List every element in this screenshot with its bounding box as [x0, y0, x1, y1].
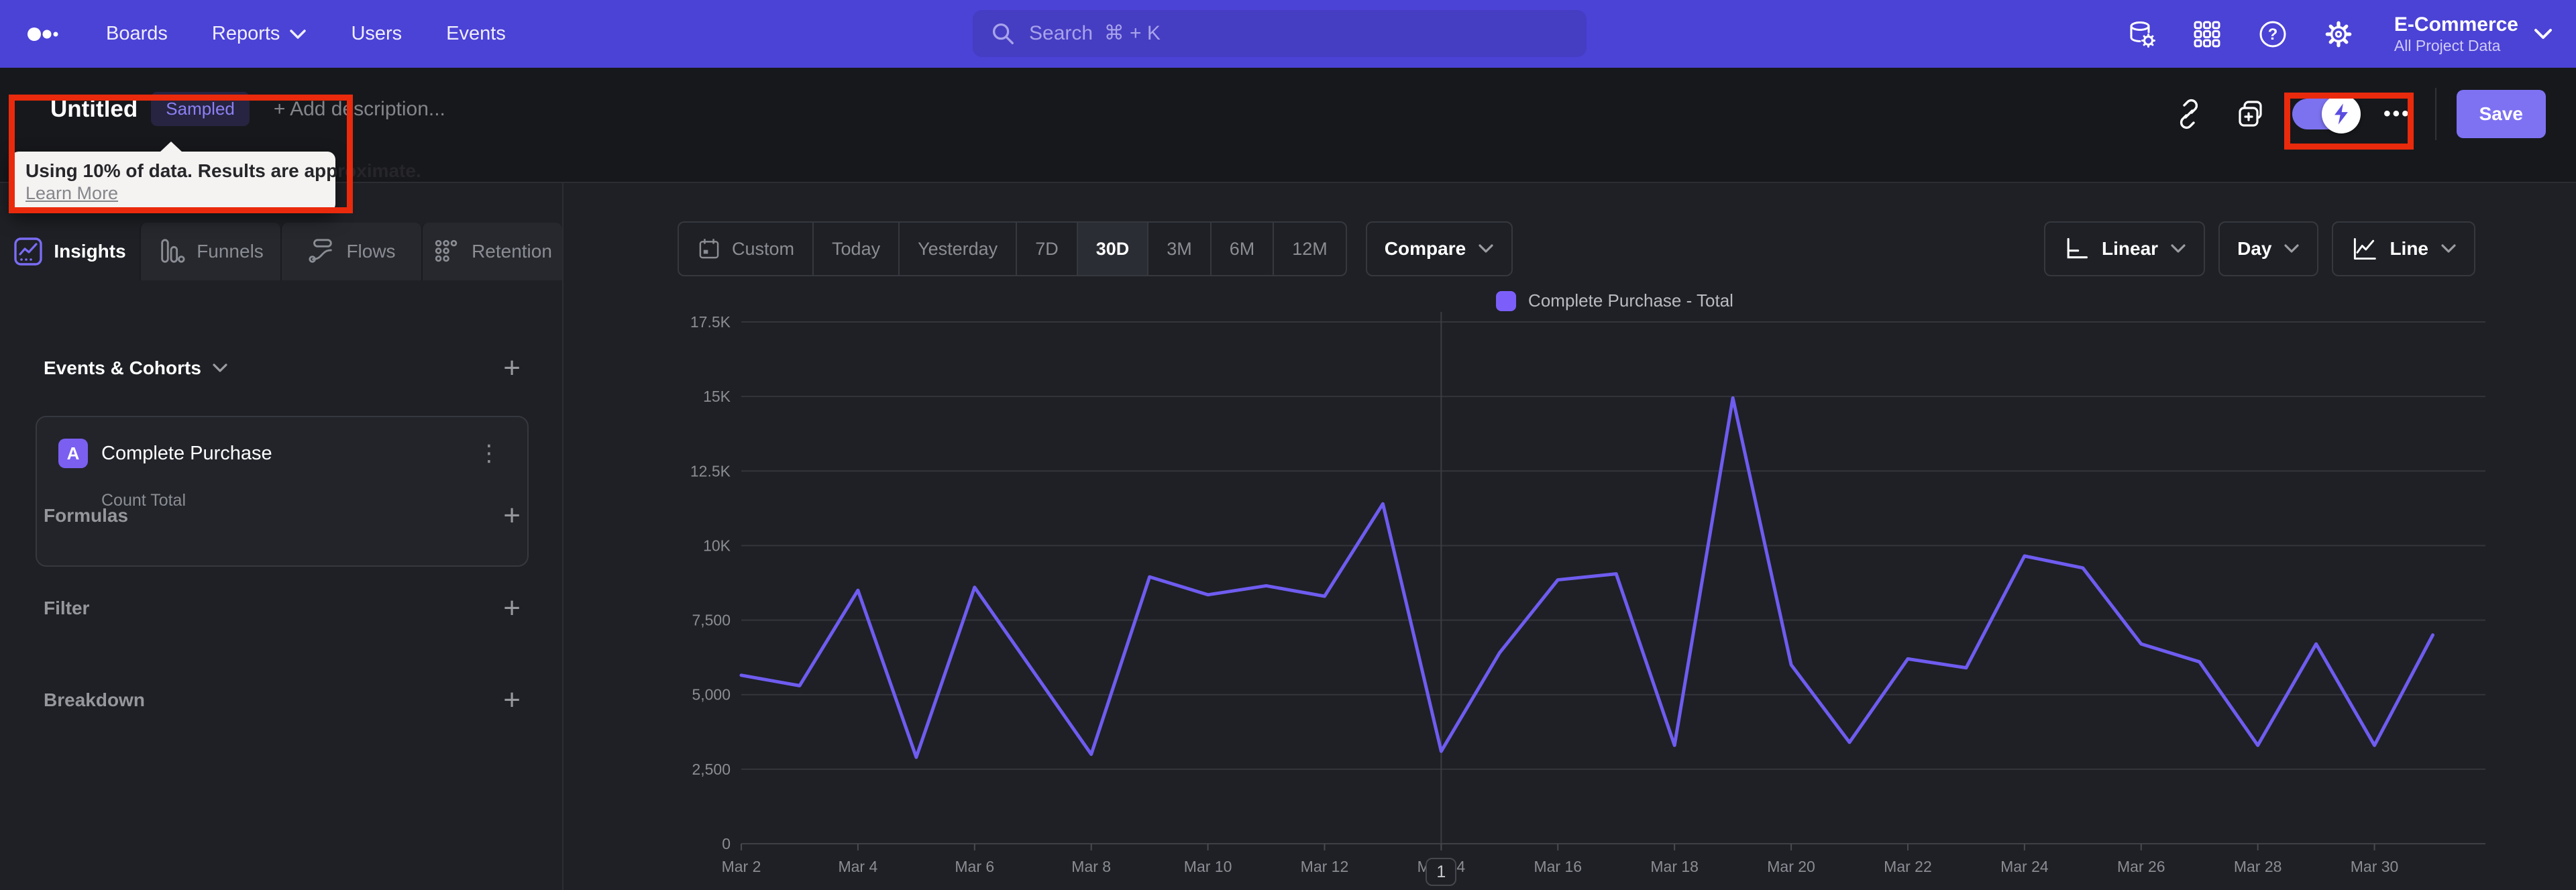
- range-3m[interactable]: 3M: [1147, 223, 1210, 275]
- chevron-down-icon: [289, 28, 307, 40]
- add-description[interactable]: + Add description...: [274, 98, 445, 121]
- apps-grid-icon[interactable]: [2192, 19, 2222, 50]
- query-builder-sidebar: Insights Funnels Flows Retention Events …: [0, 183, 564, 890]
- range-custom[interactable]: Custom: [679, 223, 812, 275]
- tab-label: Insights: [54, 241, 126, 262]
- chevron-down-icon: [2440, 243, 2457, 254]
- chart-legend[interactable]: Complete Purchase - Total: [1496, 290, 1733, 311]
- add-breakdown-button[interactable]: +: [503, 685, 521, 715]
- filter-label: Filter: [44, 598, 90, 618]
- data-management-icon[interactable]: [2126, 19, 2157, 50]
- event-options-kebab-icon[interactable]: ⋮: [472, 440, 506, 467]
- search-icon: [989, 19, 1017, 48]
- tooltip-caret: [160, 142, 182, 152]
- toolbar-divider: [2434, 88, 2436, 140]
- nav-item-reports[interactable]: Reports: [212, 23, 307, 45]
- add-filter-button[interactable]: +: [503, 594, 521, 623]
- lightning-bolt-icon: [2322, 95, 2361, 133]
- range-today[interactable]: Today: [812, 223, 898, 275]
- nav-item-users[interactable]: Users: [351, 23, 402, 45]
- learn-more-link[interactable]: Learn More: [25, 183, 118, 204]
- project-scope: All Project Data: [2394, 37, 2501, 55]
- sampling-tooltip: Using 10% of data. Results are approxima…: [11, 142, 421, 212]
- filter-section: Filter +: [44, 590, 521, 627]
- chart-type-dropdown[interactable]: Line: [2332, 221, 2475, 276]
- chevron-down-icon: [212, 363, 228, 374]
- toolbar-actions: ••• Save: [2171, 88, 2546, 140]
- scale-dropdown[interactable]: Linear: [2044, 221, 2206, 276]
- legend-label: Complete Purchase - Total: [1528, 290, 1733, 311]
- help-icon[interactable]: ?: [2257, 19, 2288, 50]
- insights-icon: [13, 237, 43, 266]
- report-title-group: Untitled Sampled + Add description...: [50, 92, 445, 126]
- tooltip-message: Using 10% of data. Results are approxima…: [25, 160, 421, 181]
- global-search[interactable]: [973, 10, 1587, 57]
- tab-label: Flows: [346, 241, 396, 262]
- funnels-icon: [158, 237, 186, 266]
- tab-flows[interactable]: Flows: [280, 223, 421, 280]
- report-title[interactable]: Untitled: [50, 96, 138, 123]
- chart-controls: Custom Today Yesterday 7D 30D 3M 6M 12M …: [678, 221, 2475, 276]
- tab-funnels[interactable]: Funnels: [140, 223, 280, 280]
- duplicate-icon[interactable]: [2233, 97, 2268, 131]
- annotation-number: 1: [1436, 862, 1446, 881]
- chevron-down-icon: [2284, 243, 2300, 254]
- annotation-chip[interactable]: 1: [1426, 858, 1457, 886]
- event-series-badge: A: [58, 439, 88, 468]
- chart-panel: Custom Today Yesterday 7D 30D 3M 6M 12M …: [565, 183, 2576, 890]
- add-event-button[interactable]: +: [503, 353, 521, 383]
- top-nav: Boards Reports Users Events Search ⌘ + K…: [0, 0, 2576, 68]
- chevron-down-icon: [1478, 243, 1494, 254]
- legend-swatch: [1496, 290, 1517, 311]
- event-name[interactable]: Complete Purchase: [101, 443, 272, 465]
- tab-insights[interactable]: Insights: [0, 223, 140, 280]
- event-row-complete-purchase[interactable]: A Complete Purchase ⋮ Count Total: [36, 416, 529, 567]
- more-menu-icon[interactable]: •••: [2379, 103, 2415, 125]
- flows-icon: [307, 237, 335, 266]
- retention-icon: [433, 237, 461, 266]
- events-cohorts-header: Events & Cohorts +: [44, 349, 521, 387]
- events-cohorts-label[interactable]: Events & Cohorts: [44, 357, 228, 379]
- range-6m[interactable]: 6M: [1210, 223, 1273, 275]
- sampling-toggle[interactable]: [2292, 95, 2361, 133]
- search-input[interactable]: [1029, 22, 1570, 45]
- project-name: E-Commerce: [2394, 13, 2518, 36]
- linear-scale-icon: [2063, 235, 2090, 262]
- compare-dropdown[interactable]: Compare: [1365, 221, 1513, 276]
- chart-display-controls: Linear Day Line: [2044, 221, 2475, 276]
- project-selector[interactable]: E-Commerce All Project Data: [2394, 12, 2553, 56]
- save-button[interactable]: Save: [2456, 90, 2546, 138]
- chevron-down-icon: [2533, 27, 2553, 41]
- interval-dropdown[interactable]: Day: [2218, 221, 2319, 276]
- svg-text:?: ?: [2268, 25, 2278, 44]
- settings-gear-icon[interactable]: [2323, 19, 2354, 50]
- formulas-label: Formulas: [44, 505, 129, 526]
- mixpanel-logo-icon[interactable]: [27, 19, 68, 49]
- formulas-section: Formulas +: [44, 497, 521, 535]
- line-chart-icon: [2351, 235, 2377, 262]
- nav-item-events[interactable]: Events: [446, 23, 506, 45]
- add-formula-button[interactable]: +: [503, 501, 521, 531]
- date-range-group: Custom Today Yesterday 7D 30D 3M 6M 12M: [678, 221, 1347, 276]
- range-12m[interactable]: 12M: [1273, 223, 1346, 275]
- range-yesterday[interactable]: Yesterday: [898, 223, 1016, 275]
- tab-label: Funnels: [197, 241, 264, 262]
- chevron-down-icon: [2170, 243, 2186, 254]
- report-type-tabs: Insights Funnels Flows Retention: [0, 223, 562, 280]
- nav-item-boards[interactable]: Boards: [106, 23, 168, 45]
- breakdown-label: Breakdown: [44, 689, 145, 710]
- sampled-badge[interactable]: Sampled: [151, 92, 250, 126]
- mixpanel-app: 0 2,500 5,000 7,500 10K 12.5K 15K 17.5K Mar 2 Mar…: [0, 0, 2576, 890]
- tab-label: Retention: [472, 241, 552, 262]
- range-30d[interactable]: 30D: [1076, 223, 1148, 275]
- nav-right-group: ? E-Commerce All Project Data: [2126, 12, 2553, 56]
- calendar-icon: [697, 237, 721, 261]
- breakdown-section: Breakdown +: [44, 681, 521, 719]
- tab-retention[interactable]: Retention: [421, 223, 562, 280]
- range-7d[interactable]: 7D: [1016, 223, 1077, 275]
- link-icon[interactable]: [2171, 97, 2206, 131]
